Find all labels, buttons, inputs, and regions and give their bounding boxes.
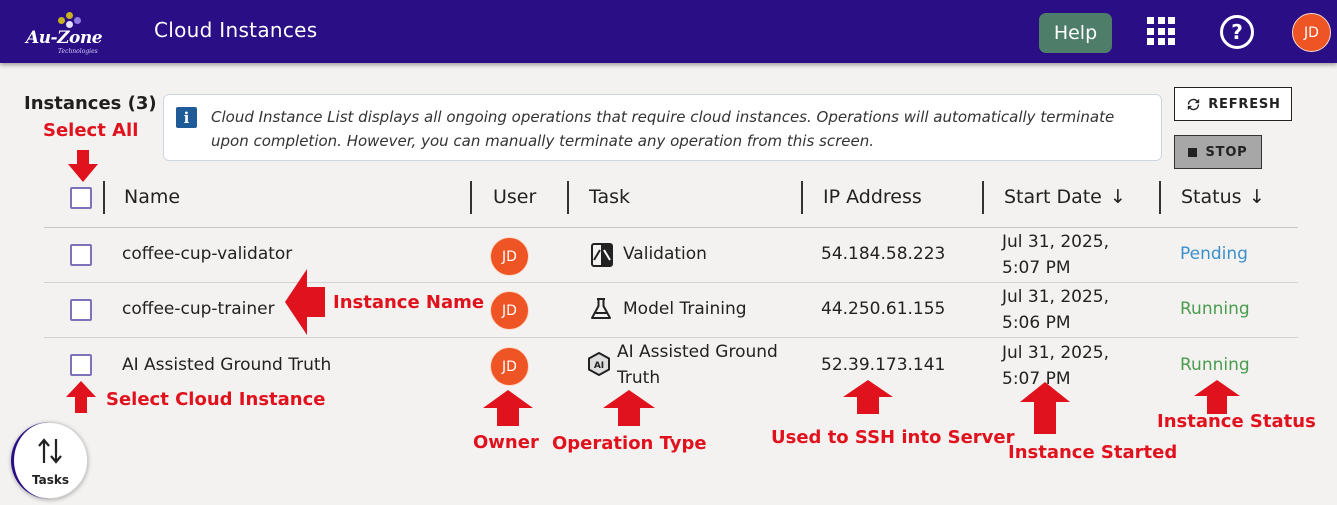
select-all-checkbox[interactable] <box>70 187 92 209</box>
stop-button[interactable]: STOP <box>1174 135 1262 169</box>
column-header-ip-address[interactable]: IP Address <box>823 186 922 208</box>
annotation-ssh: Used to SSH into Server <box>771 427 1015 448</box>
status-badge: Pending <box>1180 244 1248 264</box>
column-divider[interactable] <box>470 181 472 214</box>
instances-count-title: Instances (3) <box>24 93 157 114</box>
start-date: Jul 31, 2025, <box>1002 232 1110 252</box>
flask-icon <box>591 298 611 319</box>
column-divider[interactable] <box>567 181 569 214</box>
refresh-button[interactable]: REFRESH <box>1174 87 1292 121</box>
logo-dots-icon <box>54 12 84 28</box>
info-banner: i Cloud Instance List displays all ongoi… <box>163 94 1162 161</box>
au-zone-logo[interactable]: Au-Zone Technologies <box>24 8 104 56</box>
column-divider[interactable] <box>103 181 105 214</box>
apps-grid-icon[interactable] <box>1147 17 1175 45</box>
arrow-left-icon <box>285 269 325 335</box>
column-divider[interactable] <box>801 181 803 214</box>
owner-avatar: JD <box>490 237 529 276</box>
column-header-name[interactable]: Name <box>124 186 180 208</box>
row-checkbox[interactable] <box>70 299 92 321</box>
column-header-start-date[interactable]: Start Date <box>1004 186 1102 208</box>
stop-label: STOP <box>1205 144 1248 160</box>
page-title: Cloud Instances <box>154 18 318 42</box>
logo-subtext: Technologies <box>58 48 98 55</box>
column-header-status[interactable]: Status <box>1181 186 1242 208</box>
column-header-user[interactable]: User <box>493 186 536 208</box>
instance-name: coffee-cup-validator <box>122 244 293 264</box>
refresh-label: REFRESH <box>1208 96 1281 112</box>
annotation-instance-started: Instance Started <box>1008 442 1178 463</box>
question-mark-icon[interactable]: ? <box>1220 15 1254 49</box>
status-badge: Running <box>1180 355 1250 375</box>
validation-icon <box>591 243 613 267</box>
annotation-instance-status: Instance Status <box>1157 411 1316 432</box>
instance-name: AI Assisted Ground Truth <box>122 355 332 375</box>
arrow-up-icon <box>1020 382 1070 434</box>
help-button[interactable]: Help <box>1039 13 1112 53</box>
start-time: 5:07 PM <box>1002 258 1071 278</box>
ai-hexagon-icon: AI <box>588 352 610 376</box>
task-type-line2: Truth <box>617 368 661 388</box>
arrow-up-icon <box>843 380 893 414</box>
top-bar: Au-Zone Technologies Cloud Instances Hel… <box>0 0 1337 63</box>
tasks-progress-arc <box>11 422 88 499</box>
status-badge: Running <box>1180 299 1250 319</box>
info-text: Cloud Instance List displays all ongoing… <box>211 108 1115 150</box>
sort-down-icon[interactable]: ↓ <box>1249 186 1265 208</box>
arrow-up-icon <box>66 381 96 413</box>
start-date: Jul 31, 2025, <box>1002 343 1110 363</box>
user-avatar[interactable]: JD <box>1292 13 1331 52</box>
header-divider <box>44 227 1298 228</box>
row-checkbox[interactable] <box>70 244 92 266</box>
svg-text:AI: AI <box>594 361 604 371</box>
column-divider[interactable] <box>982 181 984 214</box>
sort-down-icon[interactable]: ↓ <box>1110 186 1126 208</box>
stop-square-icon <box>1188 147 1198 157</box>
logo-text: Au-Zone <box>26 28 103 48</box>
annotation-select-all: Select All <box>43 120 139 141</box>
info-icon: i <box>176 107 197 128</box>
row-checkbox[interactable] <box>70 354 92 376</box>
ip-address: 52.39.173.141 <box>821 355 946 375</box>
owner-avatar: JD <box>490 291 529 330</box>
task-type: Validation <box>623 244 707 264</box>
annotation-instance-name: Instance Name <box>333 292 485 313</box>
row-divider <box>44 282 1298 283</box>
column-header-task[interactable]: Task <box>589 186 630 208</box>
start-time: 5:06 PM <box>1002 313 1071 333</box>
annotation-select-cloud-instance: Select Cloud Instance <box>106 389 326 410</box>
ip-address: 54.184.58.223 <box>821 244 946 264</box>
start-date: Jul 31, 2025, <box>1002 287 1110 307</box>
instance-name: coffee-cup-trainer <box>122 299 275 319</box>
annotation-owner: Owner <box>473 432 539 453</box>
column-divider[interactable] <box>1159 181 1161 214</box>
task-type: Model Training <box>623 299 747 319</box>
arrow-up-icon <box>483 390 533 426</box>
owner-avatar: JD <box>490 347 529 386</box>
arrow-down-icon <box>68 150 98 182</box>
refresh-icon <box>1188 98 1200 110</box>
annotation-operation-type: Operation Type <box>552 433 707 454</box>
ip-address: 44.250.61.155 <box>821 299 946 319</box>
arrow-up-icon <box>1194 380 1240 414</box>
row-divider <box>44 337 1298 338</box>
arrow-up-icon <box>603 390 655 426</box>
task-type-line1: AI Assisted Ground <box>617 342 778 362</box>
